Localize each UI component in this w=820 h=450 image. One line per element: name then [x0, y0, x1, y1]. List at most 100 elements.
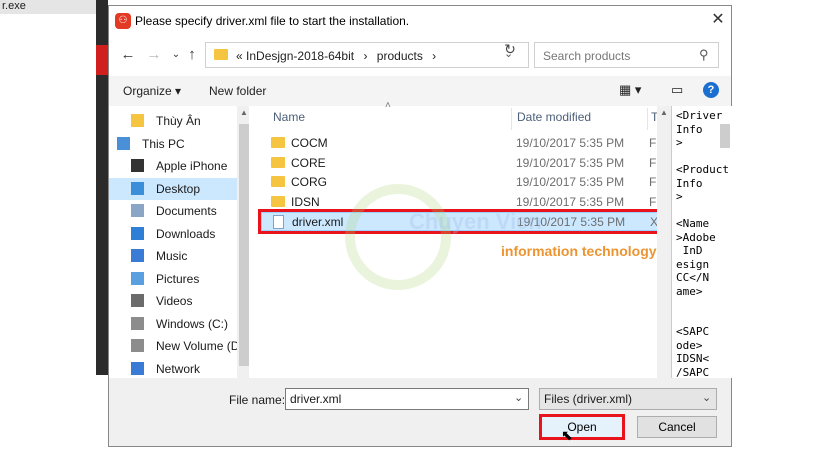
sort-arrow-icon: ˄ [385, 100, 391, 111]
mouse-cursor-icon: ⬉ [561, 427, 573, 443]
file-name: COCM [291, 136, 328, 150]
file-date: 19/10/2017 5:35 PM [516, 175, 625, 189]
file-name: CORG [291, 175, 327, 189]
sidebar-item[interactable]: Windows (C:) [109, 313, 239, 335]
watermark-logo [345, 184, 451, 290]
file-name-value[interactable]: driver.xml [290, 392, 341, 406]
breadcrumb-item[interactable]: InDesjgn-2018-64bit [246, 49, 354, 63]
dialog-titlebar: ⚇ Please specify driver.xml file to star… [109, 6, 731, 36]
organize-button[interactable]: Organize ▾ [123, 84, 181, 98]
forward-arrow-icon[interactable]: → [143, 44, 165, 66]
breadcrumb-overflow[interactable]: « [236, 49, 243, 63]
sidebar-item[interactable]: Network [109, 358, 239, 380]
folder-icon [271, 195, 285, 207]
file-row[interactable]: CORG19/10/2017 5:35 PMFile [261, 173, 668, 192]
download-icon [131, 226, 144, 240]
file-name-input[interactable]: driver.xml ⌄ [285, 388, 529, 410]
search-icon[interactable]: ⚲ [699, 47, 709, 63]
sidebar-item-label: Network [156, 361, 201, 376]
file-date: 19/10/2017 5:35 PM [516, 155, 625, 170]
phone-icon [131, 159, 144, 172]
sidebar-item[interactable]: This PC [95, 133, 225, 155]
cancel-button[interactable]: Cancel [637, 416, 717, 438]
background-red-mark [96, 45, 108, 75]
file-date: 19/10/2017 5:35 PM [516, 136, 625, 150]
folder-icon [131, 114, 144, 127]
breadcrumb-separator[interactable]: › [432, 49, 436, 63]
search-input[interactable]: Search products ⚲ [534, 42, 719, 68]
sidebar-item-label: Desktop [156, 181, 201, 196]
close-icon[interactable]: ✕ [707, 9, 729, 31]
sidebar-item-label: Pictures [156, 271, 200, 286]
network-icon [131, 361, 144, 375]
file-name: driver.xml [292, 215, 344, 229]
preview-text: <Driver Info > <Product Info > <Name >Ad… [676, 109, 729, 378]
file-list-scrollbar[interactable]: ▲ [657, 106, 671, 378]
sidebar-item-label: Music [156, 249, 188, 263]
refresh-icon[interactable]: ↻ [499, 41, 521, 58]
pictures-icon [131, 271, 144, 285]
file-list: Name ˄ Date modified Typ COCM19/10/2017 … [249, 100, 670, 378]
scroll-up-icon[interactable]: ▲ [660, 108, 668, 117]
file-name: CORE [291, 155, 326, 170]
chevron-down-icon[interactable]: ⌄ [514, 391, 523, 404]
watermark-subtitle: information technology [501, 243, 657, 259]
new-folder-button[interactable]: New folder [209, 84, 266, 98]
scroll-up-icon[interactable]: ▲ [240, 108, 248, 117]
videos-icon [131, 294, 144, 307]
sidebar-item[interactable]: New Volume (D: [109, 335, 243, 357]
drive-icon [131, 316, 144, 330]
background-window: r.exe [0, 0, 98, 375]
sidebar-item-label: Apple iPhone [156, 159, 228, 173]
breadcrumb-separator[interactable]: › [363, 49, 367, 63]
sidebar-item-label: Windows (C:) [156, 316, 229, 331]
file-type-select[interactable]: Files (driver.xml) ⌄ [539, 388, 717, 410]
sidebar-item[interactable]: Desktop [109, 177, 239, 200]
desktop-icon [131, 181, 144, 195]
file-type-value[interactable]: Files (driver.xml) [544, 392, 632, 406]
column-divider[interactable] [511, 108, 512, 130]
sidebar-item-label: New Volume (D: [156, 339, 243, 353]
column-header-date[interactable]: Date modified [517, 110, 591, 124]
folder-icon [271, 176, 285, 187]
preview-pane: <Driver Info > <Product Info > <Name >Ad… [671, 106, 732, 378]
documents-icon [131, 204, 144, 217]
sidebar-item[interactable]: Documents [109, 200, 239, 222]
command-toolbar: Organize ▾ New folder ▦ ▾ ▭ ? [109, 76, 731, 106]
help-icon[interactable]: ? [703, 82, 719, 98]
sidebar-item[interactable]: Apple iPhone [109, 155, 239, 177]
folder-icon [271, 156, 285, 168]
drive-icon [131, 339, 144, 352]
xml-file-icon [273, 215, 284, 229]
file-row[interactable]: CORE19/10/2017 5:35 PMFile [261, 154, 668, 173]
open-button[interactable]: Open [539, 414, 625, 440]
sidebar-item[interactable]: Thùy Ân [109, 110, 239, 132]
preview-scrollbar-thumb[interactable] [720, 124, 730, 148]
sidebar-item[interactable]: Downloads [109, 223, 239, 245]
sidebar-item[interactable]: Music [109, 245, 239, 267]
navigation-pane: Thùy Ân This PC Apple iPhone Desktop Documen… [109, 106, 251, 380]
background-exe-label: r.exe [0, 0, 98, 14]
file-name: IDSN [291, 194, 320, 209]
column-divider[interactable] [647, 108, 648, 130]
navigation-bar: ← → ⌄ ↑ « InDesjgn-2018-64bit › products… [109, 36, 731, 76]
breadcrumb-item[interactable]: products [377, 49, 423, 63]
back-arrow-icon[interactable]: ← [117, 44, 139, 66]
background-strip [96, 0, 108, 375]
sidebar-item-label: This PC [142, 136, 185, 151]
preview-pane-icon[interactable]: ▭ [671, 82, 683, 98]
sidebar-item[interactable]: Pictures [109, 268, 239, 290]
dialog-title: Please specify driver.xml file to start … [135, 14, 410, 28]
file-row[interactable]: COCM19/10/2017 5:35 PMFile [261, 134, 668, 153]
chevron-down-icon[interactable]: ⌄ [702, 391, 711, 404]
file-name-label: File name: [229, 393, 286, 407]
folder-icon [271, 137, 285, 148]
app-icon: ⚇ [115, 13, 131, 29]
view-options-icon[interactable]: ▦ ▾ [619, 82, 641, 98]
nav-scrollbar-thumb[interactable] [239, 124, 249, 366]
up-arrow-icon[interactable]: ↑ [181, 44, 203, 66]
address-bar[interactable]: « InDesjgn-2018-64bit › products › ⌄ [205, 42, 529, 68]
sidebar-item[interactable]: Videos [109, 290, 239, 312]
column-header-name[interactable]: Name [273, 110, 305, 124]
sidebar-item-label: Videos [156, 294, 193, 308]
